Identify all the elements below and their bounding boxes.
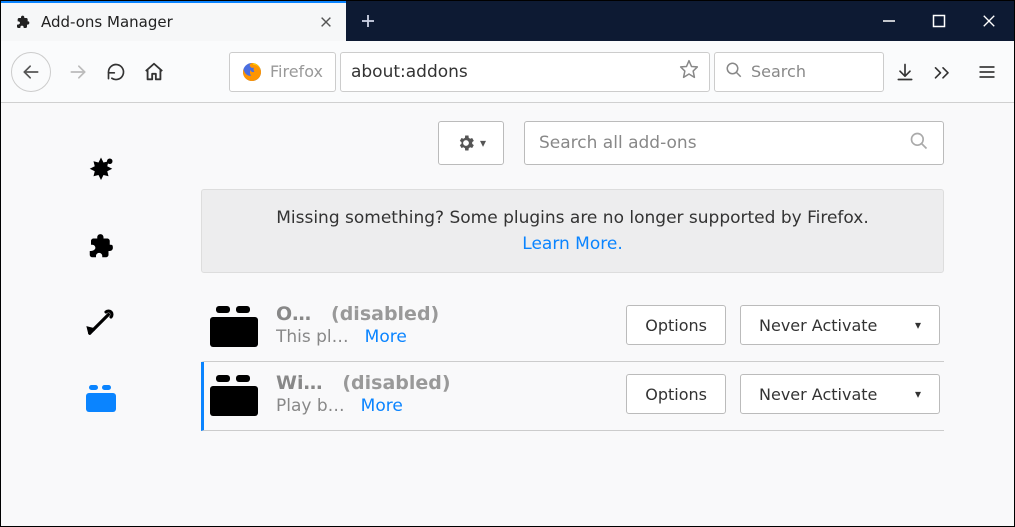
extensions-icon[interactable] xyxy=(84,229,118,263)
addons-search-placeholder: Search all add-ons xyxy=(539,133,697,153)
addon-name: O… xyxy=(276,303,311,325)
options-button[interactable]: Options xyxy=(626,374,726,414)
activate-label: Never Activate xyxy=(759,385,877,404)
addons-sidebar xyxy=(1,103,201,526)
overflow-button[interactable] xyxy=(926,55,960,89)
addon-row[interactable]: O… (disabled) This pl… More Options Neve… xyxy=(201,293,944,362)
chevron-down-icon: ▾ xyxy=(915,387,921,401)
search-bar[interactable]: Search xyxy=(714,52,884,92)
identity-box[interactable]: Firefox xyxy=(229,52,336,92)
navbar: Firefox about:addons Search xyxy=(1,41,1014,103)
browser-tab[interactable]: Add-ons Manager xyxy=(1,1,346,41)
addon-description: Play b… xyxy=(276,396,345,416)
tools-button[interactable]: ▾ xyxy=(438,121,504,165)
tab-title: Add-ons Manager xyxy=(41,13,316,31)
new-tab-button[interactable] xyxy=(346,1,390,41)
addon-row[interactable]: Wi… (disabled) Play b… More Options Neve… xyxy=(201,362,944,431)
addon-status: (disabled) xyxy=(342,372,450,394)
chevron-down-icon: ▾ xyxy=(915,318,921,332)
url-text: about:addons xyxy=(351,62,468,82)
search-icon xyxy=(725,61,743,83)
plugin-icon xyxy=(210,372,258,416)
banner-text: Missing something? Some plugins are no l… xyxy=(276,208,869,228)
activate-select[interactable]: Never Activate ▾ xyxy=(740,374,940,414)
chevron-down-icon: ▾ xyxy=(480,136,486,150)
plugins-deprecated-banner: Missing something? Some plugins are no l… xyxy=(201,189,944,273)
addon-info: Wi… (disabled) Play b… More xyxy=(276,372,486,416)
recommendations-icon[interactable] xyxy=(84,153,118,187)
firefox-icon xyxy=(242,62,262,82)
identity-label: Firefox xyxy=(270,62,323,81)
plugin-icon xyxy=(210,303,258,347)
bookmark-star-icon[interactable] xyxy=(679,59,699,84)
maximize-button[interactable] xyxy=(914,1,964,41)
minimize-button[interactable] xyxy=(864,1,914,41)
forward-button[interactable] xyxy=(61,55,95,89)
addons-search-input[interactable]: Search all add-ons xyxy=(524,121,944,165)
close-icon[interactable] xyxy=(316,12,336,32)
search-icon xyxy=(909,131,929,156)
addon-status: (disabled) xyxy=(331,303,439,325)
close-window-button[interactable] xyxy=(964,1,1014,41)
addon-description: This pl… xyxy=(276,327,349,347)
url-bar[interactable]: about:addons xyxy=(340,52,710,92)
titlebar: Add-ons Manager xyxy=(1,1,1014,41)
back-button[interactable] xyxy=(11,52,51,92)
more-link[interactable]: More xyxy=(361,396,403,416)
puzzle-icon xyxy=(15,14,31,30)
addon-info: O… (disabled) This pl… More xyxy=(276,303,486,347)
downloads-button[interactable] xyxy=(888,55,922,89)
addons-main: ▾ Search all add-ons Missing something? … xyxy=(201,103,1014,526)
options-button[interactable]: Options xyxy=(626,305,726,345)
hamburger-menu[interactable] xyxy=(970,55,1004,89)
learn-more-link[interactable]: Learn More. xyxy=(522,234,622,254)
activate-label: Never Activate xyxy=(759,316,877,335)
home-button[interactable] xyxy=(137,55,171,89)
more-link[interactable]: More xyxy=(365,327,407,347)
reload-button[interactable] xyxy=(99,55,133,89)
plugins-icon[interactable] xyxy=(84,381,118,415)
themes-icon[interactable] xyxy=(84,305,118,339)
addons-content: ▾ Search all add-ons Missing something? … xyxy=(1,103,1014,526)
search-placeholder: Search xyxy=(751,62,806,81)
addon-name: Wi… xyxy=(276,372,322,394)
activate-select[interactable]: Never Activate ▾ xyxy=(740,305,940,345)
